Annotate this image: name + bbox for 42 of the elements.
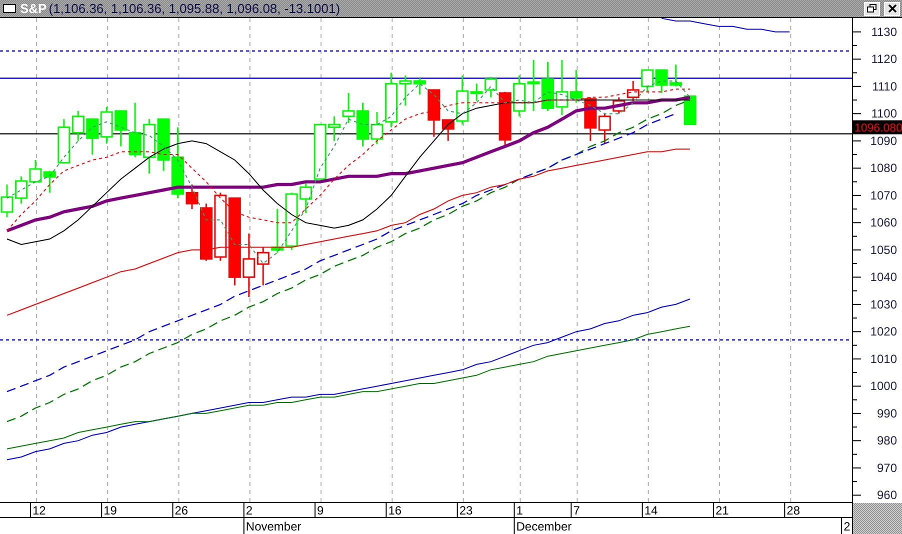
y-axis-label: 980 [876,434,897,448]
y-axis-label: 1110 [872,79,897,94]
y-axis-label: 1020 [870,324,897,339]
date-label: 14 [644,504,658,518]
close-icon [888,4,896,13]
y-axis-label: 1050 [870,242,897,257]
month-label: November [246,520,302,534]
date-label: 9 [317,504,324,518]
y-axis-label: 1000 [870,379,897,394]
y-axis-label: 990 [876,406,897,420]
y-axis-label: 970 [876,460,897,475]
y-axis-label: 1010 [870,352,897,366]
restore-icon [867,4,877,13]
restore-button[interactable] [864,2,880,16]
corner-panel [853,503,902,534]
y-axis-label: 960 [876,488,897,502]
close-button[interactable] [884,2,900,16]
y-axis-label: 1120 [871,52,897,66]
y-axis-label: 1130 [871,24,897,39]
last-price-tag: 1096.080 [853,120,902,134]
y-axis-label: 1080 [870,161,897,176]
date-label: 1 [516,504,523,518]
month-label: 2 [844,520,850,534]
y-axis-label: 1100 [871,106,897,121]
date-label: 21 [716,504,729,518]
y-axis-label: 1090 [870,134,897,148]
date-label: 7 [573,504,580,518]
month-label: December [516,520,572,534]
symbol-label: S&P [20,1,47,16]
y-axis-label: 1060 [870,216,897,230]
date-label: 12 [32,504,46,518]
date-label: 28 [786,504,800,518]
y-axis-label: 1030 [870,297,897,312]
date-label: 26 [174,504,188,518]
date-label: 23 [459,504,473,518]
y-axis-label: 1040 [870,270,897,284]
window-icon [3,4,16,13]
date-label: 2 [246,504,253,518]
y-axis-label: 1070 [870,188,897,202]
date-label: 19 [104,504,117,518]
date-label: 16 [388,504,402,518]
quote-values: (1,106.36, 1,106.36, 1,095.88, 1,096.08, -13.1001) [48,1,340,16]
